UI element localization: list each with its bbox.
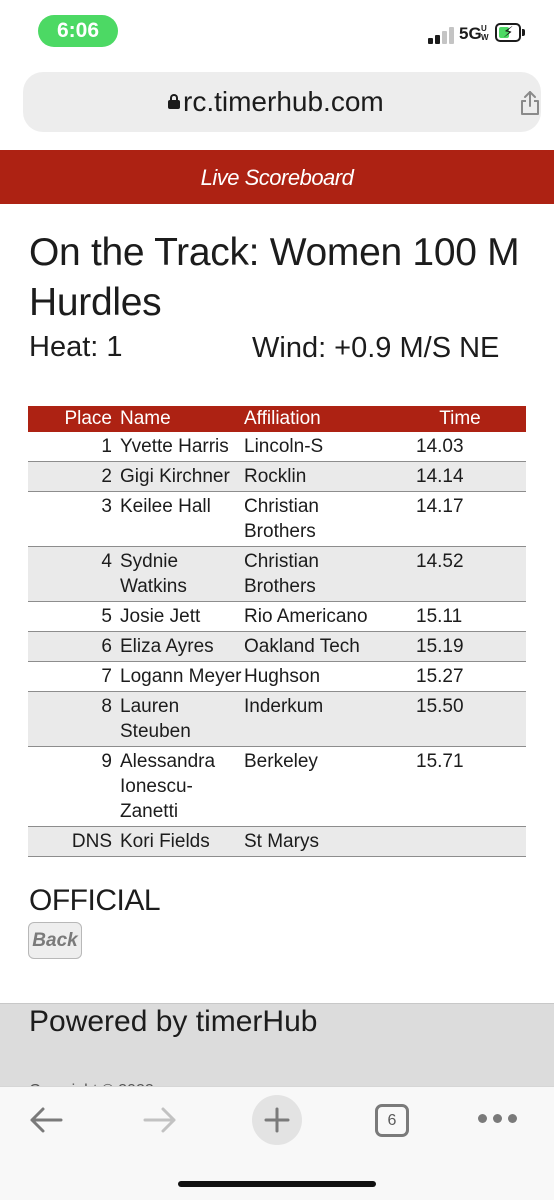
cell-affiliation: Rio Americano (244, 601, 394, 632)
network-label: 5G (459, 24, 482, 43)
cell-name: Gigi Kirchner (120, 461, 244, 492)
cell-time: 15.19 (394, 631, 526, 662)
plus-icon (264, 1107, 290, 1133)
race-title: On the Track: Women 100 M Hurdles (29, 231, 520, 324)
table-row: 5 Josie Jett Rio Americano 15.11 (28, 601, 526, 632)
table-row: 6 Eliza Ayres Oakland Tech 15.19 (28, 631, 526, 662)
heat-label: Heat: 1 (29, 331, 123, 363)
cell-place: 2 (28, 461, 120, 492)
live-scoreboard-banner: Live Scoreboard (0, 150, 554, 204)
cell-time: 15.27 (394, 661, 526, 692)
cell-time: 15.71 (394, 746, 526, 827)
cell-time: 14.17 (394, 491, 526, 547)
table-row: 1 Yvette Harris Lincoln-S 14.03 (28, 432, 526, 462)
cell-affiliation: Inderkum (244, 691, 394, 747)
signal-bars-icon (428, 26, 456, 44)
status-bar: 6:06 5G UW ⚡ (0, 0, 554, 62)
cell-place: 8 (28, 691, 120, 747)
cell-place: 9 (28, 746, 120, 827)
cell-affiliation: Oakland Tech (244, 631, 394, 662)
header-name: Name (120, 406, 244, 432)
cell-place: 3 (28, 491, 120, 547)
cell-place: 6 (28, 631, 120, 662)
results-header-row: Place Name Affiliation Time (28, 406, 526, 432)
lock-icon (168, 94, 180, 109)
cell-name: Kori Fields (120, 826, 244, 857)
cell-affiliation: St Marys (244, 826, 394, 857)
tab-count-button[interactable]: 6 (375, 1104, 409, 1137)
share-icon[interactable] (518, 90, 542, 116)
back-button[interactable]: Back (28, 922, 82, 959)
cell-name: Eliza Ayres (120, 631, 244, 662)
cell-time: 14.14 (394, 461, 526, 492)
header-place: Place (28, 406, 120, 432)
cell-name: Alessandra Ionescu-Zanetti (120, 746, 244, 827)
table-row: DNS Kori Fields St Marys (28, 826, 526, 857)
table-row: 2 Gigi Kirchner Rocklin 14.14 (28, 461, 526, 492)
cell-affiliation: Christian Brothers (244, 546, 394, 602)
table-row: 4 Sydnie Watkins Christian Brothers 14.5… (28, 546, 526, 602)
cell-name: Logann Meyer (120, 661, 244, 692)
header-affiliation: Affiliation (244, 406, 394, 432)
cell-affiliation: Berkeley (244, 746, 394, 827)
cell-place: 1 (28, 432, 120, 462)
results-table: Place Name Affiliation Time 1 Yvette Har… (28, 406, 526, 857)
network-sup: UW (481, 24, 489, 42)
powered-by-text: Powered by timerHub (29, 1005, 318, 1038)
table-row: 3 Keilee Hall Christian Brothers 14.17 (28, 491, 526, 547)
status-time: 6:06 (38, 15, 118, 47)
cell-time: 14.52 (394, 546, 526, 602)
back-arrow-icon[interactable] (28, 1105, 64, 1135)
url-text[interactable]: rc.timerhub.com (183, 86, 384, 118)
official-status: OFFICIAL (29, 884, 161, 917)
cell-affiliation: Hughson (244, 661, 394, 692)
table-row: 7 Logann Meyer Hughson 15.27 (28, 661, 526, 692)
battery-nub (522, 29, 525, 36)
table-row: 9 Alessandra Ionescu-Zanetti Berkeley 15… (28, 746, 526, 827)
new-tab-button[interactable] (252, 1095, 302, 1145)
cell-time (394, 826, 526, 857)
cell-time: 15.50 (394, 691, 526, 747)
cell-name: Josie Jett (120, 601, 244, 632)
cell-place: DNS (28, 826, 120, 857)
header-time: Time (394, 406, 526, 432)
forward-arrow-icon[interactable] (142, 1105, 178, 1135)
cell-name: Keilee Hall (120, 491, 244, 547)
wind-label: Wind: +0.9 M/S NE (252, 332, 500, 364)
cell-affiliation: Christian Brothers (244, 491, 394, 547)
address-bar[interactable]: rc.timerhub.com (23, 72, 541, 132)
cell-time: 14.03 (394, 432, 526, 462)
cell-name: Yvette Harris (120, 432, 244, 462)
more-dots-icon[interactable] (478, 1114, 518, 1126)
cell-time: 15.11 (394, 601, 526, 632)
battery-charging-icon: ⚡ (495, 23, 521, 42)
cell-affiliation: Lincoln-S (244, 432, 394, 462)
home-indicator (178, 1181, 376, 1187)
cell-name: Lauren Steuben (120, 691, 244, 747)
table-row: 8 Lauren Steuben Inderkum 15.50 (28, 691, 526, 747)
banner-title: Live Scoreboard (200, 165, 354, 190)
cell-affiliation: Rocklin (244, 461, 394, 492)
cell-place: 7 (28, 661, 120, 692)
cell-place: 5 (28, 601, 120, 632)
cell-place: 4 (28, 546, 120, 602)
cell-name: Sydnie Watkins (120, 546, 244, 602)
